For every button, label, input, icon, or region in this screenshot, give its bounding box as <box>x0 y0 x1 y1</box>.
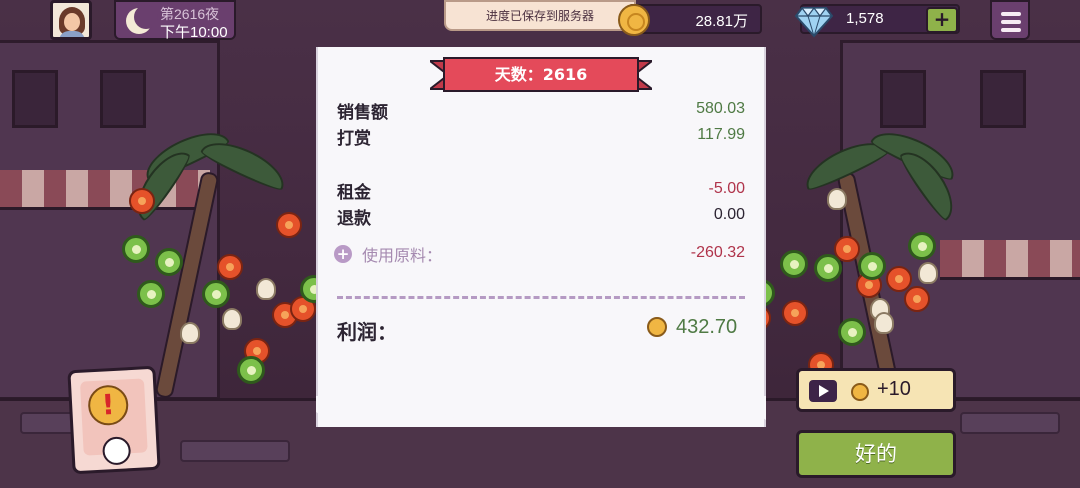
garlic-clove <box>827 188 847 210</box>
tomato-slice <box>276 212 302 238</box>
pepper-slice <box>137 280 165 308</box>
coin-icon <box>851 383 869 401</box>
garlic-clove <box>918 262 938 284</box>
paving-stone <box>180 440 290 462</box>
avatar-body <box>59 31 85 37</box>
menu-icon <box>1001 28 1021 32</box>
window <box>12 70 58 128</box>
profit-label: 利润： <box>337 320 397 344</box>
window <box>880 70 926 128</box>
pepper-slice <box>780 250 808 278</box>
add-gems-button[interactable]: + <box>926 7 958 33</box>
gem-balance[interactable]: 1,578 + <box>794 4 960 38</box>
refund-label: 退款 <box>337 209 371 229</box>
ad-reward-amount: +10 <box>877 378 911 400</box>
pepper-slice <box>202 280 230 308</box>
save-toast: 进度已保存到服务器 <box>444 0 636 31</box>
menu-icon <box>1001 20 1021 24</box>
alert-knob <box>101 436 132 466</box>
garlic-clove <box>180 322 200 344</box>
video-play-icon <box>809 380 837 402</box>
paving-stone <box>960 412 1060 434</box>
garlic-clove <box>222 308 242 330</box>
avatar-face <box>64 13 80 31</box>
receipt-torn-edge <box>316 396 766 424</box>
profit-value: 432.70 <box>676 316 738 338</box>
coin-balance[interactable]: 28.81万 <box>618 4 762 36</box>
tomato-slice <box>217 254 243 280</box>
ok-button[interactable]: 好的 <box>796 430 956 478</box>
pepper-slice <box>838 318 866 346</box>
coin-amount: 28.81万 <box>695 13 748 30</box>
tomato-slice <box>904 286 930 312</box>
pepper-slice <box>237 356 265 384</box>
rent-value: -5.00 <box>708 180 745 197</box>
pepper-slice <box>908 232 936 260</box>
window <box>100 70 146 128</box>
garlic-clove <box>256 278 276 300</box>
receipt-divider <box>337 296 745 299</box>
alert-card[interactable]: ! <box>67 365 161 475</box>
moon-icon <box>126 5 158 34</box>
clock-time: 下午10:00 <box>160 24 228 41</box>
pepper-slice <box>155 248 183 276</box>
diamond-icon <box>794 7 834 38</box>
gem-amount: 1,578 <box>846 10 884 27</box>
awning-right <box>940 240 1080 280</box>
tomato-slice <box>782 300 808 326</box>
window <box>980 70 1026 128</box>
sales-value: 580.03 <box>696 100 745 117</box>
materials-value: -260.32 <box>690 244 745 261</box>
tomato-slice <box>129 188 155 214</box>
coin-icon <box>618 4 650 36</box>
player-avatar[interactable] <box>50 0 92 40</box>
day-banner: 天数：2616 <box>494 65 588 84</box>
menu-icon <box>1001 12 1021 16</box>
tips-label: 打赏 <box>337 129 371 149</box>
pepper-slice <box>122 235 150 263</box>
rent-label: 租金 <box>337 183 371 203</box>
tips-value: 117.99 <box>697 126 745 143</box>
watch-ad-reward-button[interactable]: +10 <box>796 368 956 412</box>
sales-label: 销售额 <box>337 103 388 123</box>
pepper-slice <box>858 252 886 280</box>
garlic-clove <box>874 312 894 334</box>
refund-value: 0.00 <box>713 206 745 223</box>
pepper-slice <box>814 254 842 282</box>
materials-label[interactable]: 使用原料： <box>362 242 442 266</box>
expand-materials-icon[interactable]: + <box>334 245 352 263</box>
day-time-panel: 第2616夜 下午10:00 <box>114 0 236 41</box>
menu-button[interactable] <box>990 0 1030 40</box>
coin-icon <box>647 317 667 337</box>
